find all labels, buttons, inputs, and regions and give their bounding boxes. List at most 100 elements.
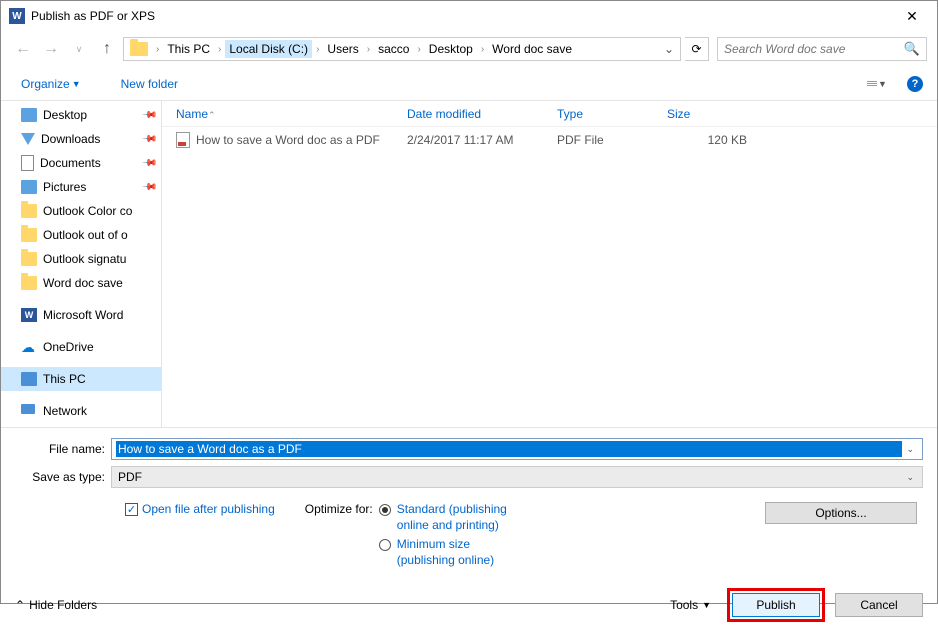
sidebar-item[interactable]: WMicrosoft Word <box>1 303 161 327</box>
filename-label: File name: <box>15 442 111 456</box>
filename-input[interactable] <box>116 441 902 457</box>
file-row[interactable]: How to save a Word doc as a PDF 2/24/201… <box>162 127 937 149</box>
cancel-button[interactable]: Cancel <box>835 593 923 617</box>
separator-icon: › <box>214 44 225 55</box>
sidebar-item[interactable]: This PC <box>1 367 161 391</box>
crumb-this-pc[interactable]: This PC <box>163 40 214 58</box>
chevron-up-icon: ⌃ <box>15 598 25 612</box>
desktop-icon <box>21 108 37 122</box>
savetype-label: Save as type: <box>15 470 111 484</box>
sidebar-item[interactable]: Network <box>1 399 161 423</box>
separator-icon: › <box>152 44 163 55</box>
window-title: Publish as PDF or XPS <box>31 9 889 23</box>
sidebar-item-label: Microsoft Word <box>43 308 155 322</box>
radio-minimum[interactable]: Minimum size (publishing online) <box>379 537 527 568</box>
search-box[interactable]: 🔍 <box>717 37 927 61</box>
col-date[interactable]: Date modified <box>407 107 557 121</box>
crumb-sacco[interactable]: sacco <box>374 40 413 58</box>
sidebar-item[interactable]: Outlook signatu <box>1 247 161 271</box>
crumb-desktop[interactable]: Desktop <box>425 40 477 58</box>
sort-indicator-icon: ⌃ <box>208 110 216 120</box>
organize-button[interactable]: Organize ▼ <box>15 73 87 95</box>
address-dropdown[interactable]: ⌄ <box>660 42 678 56</box>
search-input[interactable] <box>724 42 904 56</box>
crumb-local-disk[interactable]: Local Disk (C:) <box>225 40 312 58</box>
word-icon: W <box>9 8 25 24</box>
close-button[interactable]: ✕ <box>889 1 935 31</box>
new-folder-button[interactable]: New folder <box>115 73 184 95</box>
refresh-button[interactable]: ⟳ <box>685 37 709 61</box>
folder-icon <box>130 42 148 56</box>
sidebar-item-label: Downloads <box>41 132 137 146</box>
document-icon <box>21 155 34 171</box>
address-bar[interactable]: › This PC › Local Disk (C:) › Users › sa… <box>123 37 681 61</box>
hide-folders-button[interactable]: ⌃ Hide Folders <box>15 598 97 612</box>
sidebar-item[interactable]: Pictures📌 <box>1 175 161 199</box>
folder-icon <box>21 204 37 218</box>
column-headers: Name⌃ Date modified Type Size <box>162 101 937 127</box>
pin-icon: 📌 <box>140 107 157 124</box>
sidebar-item-label: Word doc save <box>43 276 155 290</box>
sidebar-item[interactable]: Outlook Color co <box>1 199 161 223</box>
sidebar-item[interactable]: Word doc save <box>1 271 161 295</box>
toolbar: Organize ▼ New folder ▼ ? <box>1 67 937 101</box>
pin-icon: 📌 <box>140 131 157 148</box>
chevron-down-icon: ▼ <box>878 79 887 89</box>
chevron-down-icon[interactable]: ⌄ <box>902 444 918 455</box>
help-button[interactable]: ? <box>907 76 923 92</box>
pictures-icon <box>21 180 37 194</box>
separator-icon: › <box>312 44 323 55</box>
sidebar-item[interactable]: Documents📌 <box>1 151 161 175</box>
sidebar-item[interactable]: Desktop📌 <box>1 103 161 127</box>
pin-icon: 📌 <box>140 155 157 172</box>
view-button[interactable]: ▼ <box>859 73 895 95</box>
back-button[interactable]: ← <box>11 37 35 61</box>
chevron-down-icon: ▼ <box>72 79 81 89</box>
folder-icon <box>21 252 37 266</box>
chevron-down-icon[interactable]: ⌄ <box>902 472 918 483</box>
download-icon <box>21 133 35 145</box>
separator-icon: › <box>413 44 424 55</box>
network-icon <box>21 404 37 418</box>
forward-button[interactable]: → <box>39 37 63 61</box>
crumb-users[interactable]: Users <box>323 40 362 58</box>
sidebar-item-label: Desktop <box>43 108 137 122</box>
nav-row: ← → ∨ ↑ › This PC › Local Disk (C:) › Us… <box>1 31 937 67</box>
recent-dropdown[interactable]: ∨ <box>67 37 91 61</box>
sidebar-item[interactable]: Downloads📌 <box>1 127 161 151</box>
open-after-checkbox[interactable]: ✓ Open file after publishing <box>125 502 275 516</box>
sidebar-item[interactable]: Outlook out of o <box>1 223 161 247</box>
radio-icon <box>379 504 391 516</box>
bottom-panel: File name: ⌄ Save as type: PDF ⌄ ✓ Open … <box>1 427 937 572</box>
sidebar-item-label: Pictures <box>43 180 137 194</box>
separator-icon: › <box>477 44 488 55</box>
publish-button[interactable]: Publish <box>732 593 820 617</box>
sidebar-item-label: OneDrive <box>43 340 155 354</box>
footer: ⌃ Hide Folders Tools ▼ Publish Cancel <box>1 572 937 636</box>
tools-button[interactable]: Tools ▼ <box>670 598 711 612</box>
title-bar: W Publish as PDF or XPS ✕ <box>1 1 937 31</box>
cloud-icon: ☁ <box>21 340 37 354</box>
pdf-icon <box>176 132 190 148</box>
separator-icon: › <box>363 44 374 55</box>
sidebar-item-label: Network <box>43 404 155 418</box>
savetype-combo[interactable]: PDF ⌄ <box>111 466 923 488</box>
options-button[interactable]: Options... <box>765 502 917 524</box>
file-list: Name⌃ Date modified Type Size How to sav… <box>161 101 937 427</box>
sidebar-item-label: Outlook Color co <box>43 204 155 218</box>
radio-standard[interactable]: Standard (publishing online and printing… <box>379 502 527 533</box>
col-name[interactable]: Name⌃ <box>162 107 407 121</box>
folder-icon <box>21 228 37 242</box>
radio-icon <box>379 539 391 551</box>
pin-icon: 📌 <box>140 179 157 196</box>
filename-combo[interactable]: ⌄ <box>111 438 923 460</box>
up-button[interactable]: ↑ <box>95 37 119 61</box>
folder-icon <box>21 276 37 290</box>
col-size[interactable]: Size <box>657 107 777 121</box>
sidebar-item[interactable]: ☁ OneDrive <box>1 335 161 359</box>
col-type[interactable]: Type <box>557 107 657 121</box>
optimize-label: Optimize for: <box>305 502 373 572</box>
sidebar-item-label: Documents <box>40 156 137 170</box>
crumb-word-doc-save[interactable]: Word doc save <box>488 40 576 58</box>
search-icon: 🔍 <box>904 41 920 57</box>
